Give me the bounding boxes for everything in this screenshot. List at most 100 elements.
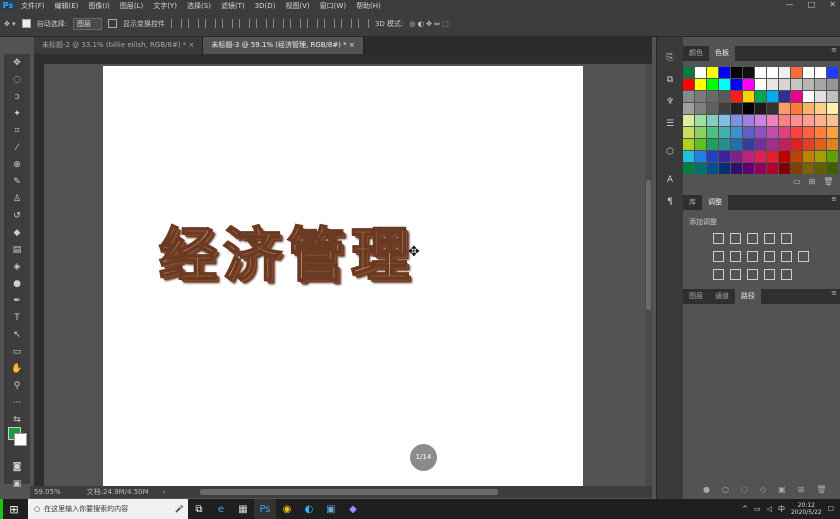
task-view-icon[interactable]: ⧉ (188, 499, 210, 519)
distribute-top-icon[interactable] (272, 19, 284, 28)
color-swatch[interactable] (743, 91, 754, 102)
color-swatch[interactable] (827, 151, 838, 162)
color-swatch[interactable] (791, 115, 802, 126)
tab-swatches[interactable]: 色板 (709, 46, 735, 61)
photoshop-taskbar-icon[interactable]: Ps (254, 499, 276, 519)
color-swatch[interactable] (815, 151, 826, 162)
horizontal-scroll-thumb[interactable] (200, 489, 498, 495)
color-swatch[interactable] (683, 79, 694, 90)
maximize-button[interactable]: □ (808, 0, 816, 9)
color-swatch[interactable] (827, 139, 838, 150)
3d-panel-icon[interactable]: ⬡ (657, 141, 683, 163)
color-swatch[interactable] (815, 163, 826, 174)
menu-edit[interactable]: 编辑(E) (50, 1, 84, 11)
color-swatch[interactable] (731, 115, 742, 126)
color-swatch[interactable] (767, 127, 778, 138)
color-swatch[interactable] (707, 139, 718, 150)
ime-indicator[interactable]: 中 (778, 504, 785, 514)
history-brush-tool-icon[interactable]: ↺ (4, 207, 30, 224)
color-swatch[interactable] (743, 151, 754, 162)
color-swatch[interactable] (683, 103, 694, 114)
character-panel-icon[interactable]: A (657, 169, 683, 191)
tab-close-icon[interactable]: × (349, 41, 355, 49)
color-swatch[interactable] (743, 115, 754, 126)
show-transform-checkbox[interactable] (107, 19, 117, 28)
color-swatch[interactable] (707, 151, 718, 162)
menu-image[interactable]: 图像(I) (83, 1, 115, 11)
actions-panel-icon[interactable]: ⧉ (657, 69, 683, 91)
color-swatch[interactable] (755, 163, 766, 174)
menu-layer[interactable]: 图层(L) (115, 1, 148, 11)
photos-icon[interactable]: ▦ (232, 499, 254, 519)
color-swatch[interactable] (743, 67, 754, 78)
tab-color[interactable]: 颜色 (683, 46, 709, 61)
color-swatch[interactable] (767, 67, 778, 78)
color-swatch[interactable] (827, 127, 838, 138)
fill-path-icon[interactable]: ● (703, 485, 710, 494)
zoom-level[interactable]: 59.05% (34, 488, 61, 496)
volume-icon[interactable]: ◁ (767, 505, 772, 513)
dodge-tool-icon[interactable]: ● (4, 275, 30, 292)
more-tools-icon[interactable]: ··· (4, 394, 30, 411)
menu-select[interactable]: 选择(S) (182, 1, 216, 11)
tray-expand-icon[interactable]: ^ (742, 505, 748, 513)
color-swatch[interactable] (791, 79, 802, 90)
move-tool-icon[interactable]: ✥ (4, 54, 30, 71)
color-swatch[interactable] (779, 91, 790, 102)
vertical-scroll-thumb[interactable] (646, 180, 651, 310)
new-swatch-icon[interactable]: ⊞ (809, 177, 816, 186)
auto-select-dropdown[interactable]: 图层 (72, 17, 102, 30)
color-swatch[interactable] (827, 103, 838, 114)
curves-icon[interactable] (747, 233, 758, 244)
color-swatch[interactable] (743, 127, 754, 138)
brush-panel-icon[interactable]: ♆ (657, 91, 683, 113)
align-center-icon[interactable] (238, 19, 250, 28)
menu-help[interactable]: 帮助(H) (351, 1, 386, 11)
canvas-text-layer[interactable]: 经济管理 (158, 208, 415, 292)
color-swatch[interactable] (767, 163, 778, 174)
eyedropper-tool-icon[interactable]: ⁄ (4, 139, 30, 156)
pen-tool-icon[interactable]: ✒ (4, 292, 30, 309)
color-swatch[interactable] (767, 103, 778, 114)
zoom-tool-icon[interactable]: ⚲ (4, 377, 30, 394)
color-swatch[interactable] (755, 91, 766, 102)
menu-filter[interactable]: 滤镜(T) (216, 1, 250, 11)
black-white-icon[interactable] (747, 251, 758, 262)
vibrance-icon[interactable] (781, 233, 792, 244)
levels-icon[interactable] (730, 233, 741, 244)
quick-mask-icon[interactable]: ◙ (4, 458, 30, 475)
color-swatch[interactable] (815, 115, 826, 126)
color-swatch[interactable] (815, 127, 826, 138)
color-swatch[interactable] (683, 139, 694, 150)
folder-icon[interactable]: ▭ (793, 177, 801, 186)
color-lookup-icon[interactable] (798, 251, 809, 262)
network-icon[interactable]: ▭ (754, 505, 761, 513)
color-swatch[interactable] (683, 127, 694, 138)
microphone-icon[interactable]: 🎤 (175, 505, 184, 513)
trash-icon[interactable]: 🗑 (823, 177, 833, 186)
color-swatch[interactable] (791, 67, 802, 78)
color-swatch[interactable] (719, 151, 730, 162)
color-swatch[interactable] (791, 127, 802, 138)
color-swatch[interactable] (815, 139, 826, 150)
color-swatch[interactable] (719, 115, 730, 126)
color-swatch[interactable] (683, 163, 694, 174)
tab-channels[interactable]: 通道 (709, 289, 735, 304)
marquee-tool-icon[interactable]: ◌ (4, 71, 30, 88)
color-swatch[interactable] (827, 163, 838, 174)
color-swatch[interactable] (803, 103, 814, 114)
edge-icon[interactable]: e (210, 499, 232, 519)
color-swatch[interactable] (743, 139, 754, 150)
path-selection-tool-icon[interactable]: ↖ (4, 326, 30, 343)
new-path-icon[interactable]: ⊞ (798, 485, 805, 494)
color-swatch[interactable] (815, 79, 826, 90)
color-swatch[interactable] (695, 163, 706, 174)
distribute-left-icon[interactable] (323, 19, 335, 28)
tab-paths[interactable]: 路径 (735, 289, 761, 304)
color-swatch[interactable] (707, 91, 718, 102)
align-top-icon[interactable] (170, 19, 182, 28)
color-swatch[interactable] (695, 91, 706, 102)
color-swatch[interactable] (755, 151, 766, 162)
color-swatch[interactable] (731, 67, 742, 78)
color-swatch[interactable] (803, 163, 814, 174)
